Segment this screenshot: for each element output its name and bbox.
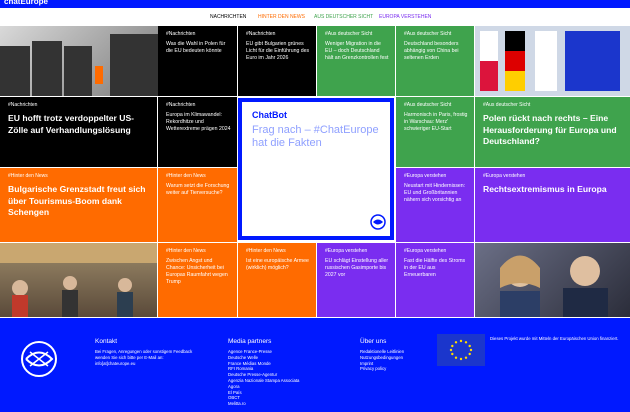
market-photo-icon (0, 243, 157, 317)
eu-flag-icon (437, 334, 485, 366)
about-link[interactable]: Privacy policy (360, 366, 404, 372)
tile-headline: Neustart mit Hindernissen: EU und Großbr… (404, 183, 466, 204)
tile-headline: Rechtsextremismus in Europa (483, 184, 607, 194)
footer-partners-title: Media partners (228, 338, 272, 345)
tile-tag: #Europa verstehen (404, 173, 447, 179)
chateurope-logo-icon (370, 214, 386, 230)
photo-tile-market[interactable] (0, 243, 157, 317)
photo-tile-tires[interactable] (0, 26, 158, 96)
tile-tag: #Nachrichten (246, 31, 276, 37)
partner-link[interactable]: Melitta.ro (228, 401, 299, 407)
news-tile[interactable]: #Hinter den News Warum setzt die Forschu… (158, 168, 237, 242)
tile-headline: Bulgarische Grenzstadt freut sich über T… (8, 184, 146, 218)
tile-tag: #Nachrichten (166, 102, 196, 108)
tile-headline: EU hofft trotz verdoppelter US-Zölle auf… (8, 113, 135, 135)
footer: Kontakt Bei Fragen, Anregungen oder sons… (0, 318, 630, 412)
tile-tag: #Europa verstehen (483, 173, 526, 179)
news-tile[interactable]: #Nachrichten Europa im Klimawandel: Reko… (158, 97, 237, 167)
photo-tile-flags[interactable] (475, 26, 630, 96)
about-link[interactable]: Nutzungsbedingungen (360, 355, 404, 361)
news-tile[interactable]: #Hinter den News Bulgarische Grenzstadt … (0, 168, 157, 242)
nav-hinter-den-news[interactable]: HINTER DEN NEWS (258, 14, 305, 20)
tile-tag: #Aus deutscher Sicht (325, 31, 373, 37)
about-link[interactable]: Redaktionelle Leitlinien (360, 349, 404, 355)
tile-headline: Zwischen Angst und Chance: Unsicherheit … (166, 258, 228, 286)
tile-tag: #Hinter den News (166, 248, 206, 254)
news-tile[interactable]: #Europa verstehen Neustart mit Hindernis… (396, 168, 474, 242)
chatbot-prompt[interactable]: Frag nach – #ChatEurope hat die Fakten (252, 124, 380, 150)
tile-headline: Fast die Hälfte des Stroms in der EU aus… (404, 258, 466, 279)
chatbot-widget[interactable]: ChatBot Frag nach – #ChatEurope hat die … (238, 98, 394, 240)
partner-link[interactable]: Agenzia Nazionale Stampa Associata (228, 378, 299, 384)
chatbot-panel[interactable]: ChatBot Frag nach – #ChatEurope hat die … (242, 102, 390, 236)
tile-tag: #Hinter den News (246, 248, 286, 254)
tile-headline: EU schlägt Einstellung aller russischen … (325, 258, 389, 279)
footer-eu-text: Dieses Projekt wurde mit Mitteln der Eur… (490, 336, 619, 341)
tile-tag: #Nachrichten (166, 31, 196, 37)
tile-headline: Warum setzt die Forschung weiter auf Tie… (166, 183, 230, 197)
tile-tag: #Europa verstehen (325, 248, 368, 254)
news-tile[interactable]: #Aus deutscher Sicht Harmonisch in Paris… (396, 97, 474, 167)
photo-tile-politicians[interactable] (475, 243, 630, 317)
site-logo-text[interactable]: chatEurope (4, 0, 48, 6)
footer-about-title: Über uns (360, 338, 387, 345)
politicians-photo-icon (500, 255, 608, 317)
tile-tag: #Nachrichten (8, 102, 38, 108)
top-bar: chatEurope (0, 0, 630, 8)
footer-logo-icon[interactable] (20, 340, 58, 378)
tile-tag: #Hinter den News (166, 173, 206, 179)
news-tile[interactable]: #Aus deutscher Sicht Weniger Migration i… (317, 26, 395, 96)
tile-tag: #Aus deutscher Sicht (404, 31, 452, 37)
tile-tag: #Europa verstehen (404, 248, 447, 254)
nav-europa-verstehen[interactable]: EUROPA VERSTEHEN (379, 14, 431, 20)
eu-stars-icon (449, 339, 473, 361)
flags-photo-icon (480, 31, 620, 91)
news-tile[interactable]: #Nachrichten EU gibt Bulgarien grünes Li… (238, 26, 316, 96)
tires-photo-icon (0, 34, 158, 96)
news-tile[interactable]: #Aus deutscher Sicht Polen rückt nach re… (475, 97, 630, 167)
tile-headline: Harmonisch in Paris, frostig in Warschau… (404, 112, 468, 133)
footer-kontakt-text: Bei Fragen, Anregungen oder sonstigem Fe… (95, 349, 193, 366)
tile-headline: EU gibt Bulgarien grünes Licht für die E… (246, 41, 310, 62)
news-tile[interactable]: #Nachrichten EU hofft trotz verdoppelter… (0, 97, 157, 167)
tile-headline: Europa im Klimawandel: Rekordhitze und W… (166, 112, 231, 133)
tile-tag: #Aus deutscher Sicht (404, 102, 452, 108)
news-tile[interactable]: #Hinter den News Ist eine europäische Ar… (238, 243, 316, 317)
chatbot-title: ChatBot (252, 110, 287, 120)
footer-about-list: Redaktionelle Leitlinien Nutzungsbedingu… (360, 349, 404, 372)
news-tile[interactable]: #Europa verstehen Fast die Hälfte des St… (396, 243, 474, 317)
tile-headline: Ist eine europäische Armee (wirklich) mö… (246, 258, 309, 272)
tile-headline: Was die Wahl in Polen für die EU bedeute… (166, 41, 226, 55)
tile-headline: Polen rückt nach rechts – Eine Herausfor… (483, 113, 617, 147)
tile-tag: #Aus deutscher Sicht (483, 102, 531, 108)
nav-aus-deutscher-sicht[interactable]: AUS DEUTSCHER SICHT (314, 14, 373, 20)
footer-partners-list: Agence France-Presse Deutsche Welle Fran… (228, 349, 299, 407)
main-nav: NACHRICHTEN HINTER DEN NEWS AUS DEUTSCHE… (0, 8, 630, 26)
nav-nachrichten[interactable]: NACHRICHTEN (210, 14, 246, 20)
tile-headline: Weniger Migration in die EU – doch Deuts… (325, 41, 389, 62)
news-tile[interactable]: #Europa verstehen Rechtsextremismus in E… (475, 168, 630, 242)
news-tile[interactable]: #Nachrichten Was die Wahl in Polen für d… (158, 26, 237, 96)
tile-tag: #Hinter den News (8, 173, 48, 179)
news-tile[interactable]: #Hinter den News Zwischen Angst und Chan… (158, 243, 237, 317)
news-tile[interactable]: #Europa verstehen EU schlägt Einstellung… (317, 243, 395, 317)
tile-headline: Deutschland besonders abhängig von China… (404, 41, 459, 62)
news-tile[interactable]: #Aus deutscher Sicht Deutschland besonde… (396, 26, 474, 96)
footer-kontakt-title: Kontakt (95, 338, 118, 345)
